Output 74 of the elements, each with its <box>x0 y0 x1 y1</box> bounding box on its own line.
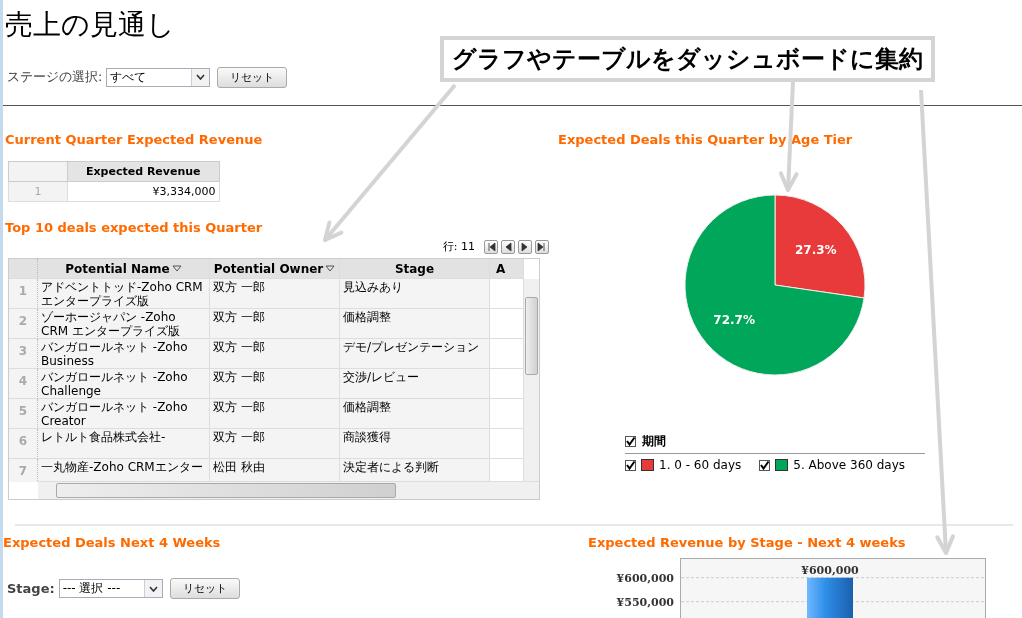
last-page-button[interactable] <box>535 239 549 254</box>
bar <box>807 577 853 618</box>
table-cell: 商談獲得 <box>340 429 490 459</box>
table-cell: アドベントトッド-Zoho CRM エンタープライズ版 <box>38 279 210 309</box>
stage-select[interactable]: すべて <box>106 67 211 87</box>
table-cell: 双方 一郎 <box>210 399 340 429</box>
column-header[interactable]: Stage <box>340 259 490 279</box>
prev-page-button[interactable] <box>501 239 515 254</box>
legend-title: 期間 <box>642 433 666 450</box>
table-cell: 双方 一郎 <box>210 429 340 459</box>
row-number: 1 <box>8 181 68 202</box>
data-label: ¥600,000 <box>801 563 859 577</box>
triangle-icon <box>520 241 530 252</box>
table-cell: 松田 秋由 <box>210 459 340 482</box>
section-title: Current Quarter Expected Revenue <box>5 132 264 147</box>
table-cell: 価格調整 <box>340 399 490 429</box>
data-label: 27.3% <box>795 242 837 257</box>
row-number: 4 <box>9 369 38 399</box>
caret-icon <box>196 74 206 80</box>
table-cell: 一丸物産-Zoho CRMエンター <box>38 459 210 482</box>
horizontal-scrollbar[interactable] <box>38 481 539 499</box>
checkbox[interactable] <box>625 436 636 447</box>
checkbox[interactable] <box>759 459 771 471</box>
data-label: 72.7% <box>713 313 755 328</box>
stage-label: Stage: <box>7 581 55 596</box>
column-header: Expected Revenue <box>67 161 220 182</box>
section-title: Expected Revenue by Stage - Next 4 weeks <box>588 535 907 550</box>
table-cell: レトルト食品株式会社- <box>38 429 210 459</box>
table-cell: バンガロールネット -Zoho Business <box>38 339 210 369</box>
table-cell: ゾーホージャパン -Zoho CRM エンタープライズ版 <box>38 309 210 339</box>
column-header[interactable]: Potential Name <box>38 259 210 279</box>
column-header[interactable]: A <box>490 259 524 279</box>
checkbox[interactable] <box>625 459 636 471</box>
table-cell: 双方 一郎 <box>210 309 340 339</box>
table-cell: 交渉/レビュー <box>340 369 490 399</box>
table-cell: デモ/プレゼンテーション <box>340 339 490 369</box>
row-count: 行: 11 <box>442 239 475 254</box>
stage-label: ステージの選択: <box>7 68 103 86</box>
table-cell: 見込みあり <box>340 279 490 309</box>
legend-label: 1. 0 - 60 days <box>659 458 742 472</box>
vertical-scrollbar[interactable] <box>523 279 539 482</box>
table-cell: 双方 一郎 <box>210 369 340 399</box>
row-number: 3 <box>9 339 38 369</box>
table-cell: 決定者による判断 <box>340 459 490 482</box>
skip-icon <box>537 241 547 252</box>
reset-button[interactable]: リセット <box>169 578 240 599</box>
table-cell: ¥3,334,000 <box>67 181 220 202</box>
row-number: 6 <box>9 429 38 459</box>
reset-button[interactable]: リセット <box>217 66 288 88</box>
row-number: 7 <box>9 459 38 482</box>
next-page-button[interactable] <box>518 239 532 254</box>
first-page-button[interactable] <box>484 239 498 254</box>
section-title: Top 10 deals expected this Quarter <box>5 220 264 235</box>
section-title: Expected Deals this Quarter by Age Tier <box>558 132 854 147</box>
skip-icon <box>486 241 496 252</box>
triangle-icon <box>503 241 513 252</box>
row-number: 2 <box>9 309 38 339</box>
table-cell: 双方 一郎 <box>210 279 340 309</box>
section-title: Expected Deals Next 4 Weeks <box>3 535 222 550</box>
table-cell: バンガロールネット -Zoho Challenge <box>38 369 210 399</box>
row-number: 5 <box>9 399 38 429</box>
column-header[interactable]: Potential Owner <box>210 259 340 279</box>
row-number: 1 <box>9 279 38 309</box>
stage-select[interactable]: --- 選択 --- <box>58 579 163 598</box>
caret-icon <box>148 585 158 592</box>
legend-label: 5. Above 360 days <box>793 458 906 472</box>
table-cell: バンガロールネット -Zoho Creator <box>38 399 210 429</box>
axis-label: ¥550,000 <box>616 595 674 609</box>
callout-label: グラフやテーブルをダッシュボードに集約 <box>440 36 935 82</box>
grid-corner <box>9 259 38 279</box>
table-cell: 双方 一郎 <box>210 339 340 369</box>
table-cell: 価格調整 <box>340 309 490 339</box>
page-title: 売上の見通し <box>4 7 176 43</box>
axis-label: ¥600,000 <box>616 571 674 585</box>
